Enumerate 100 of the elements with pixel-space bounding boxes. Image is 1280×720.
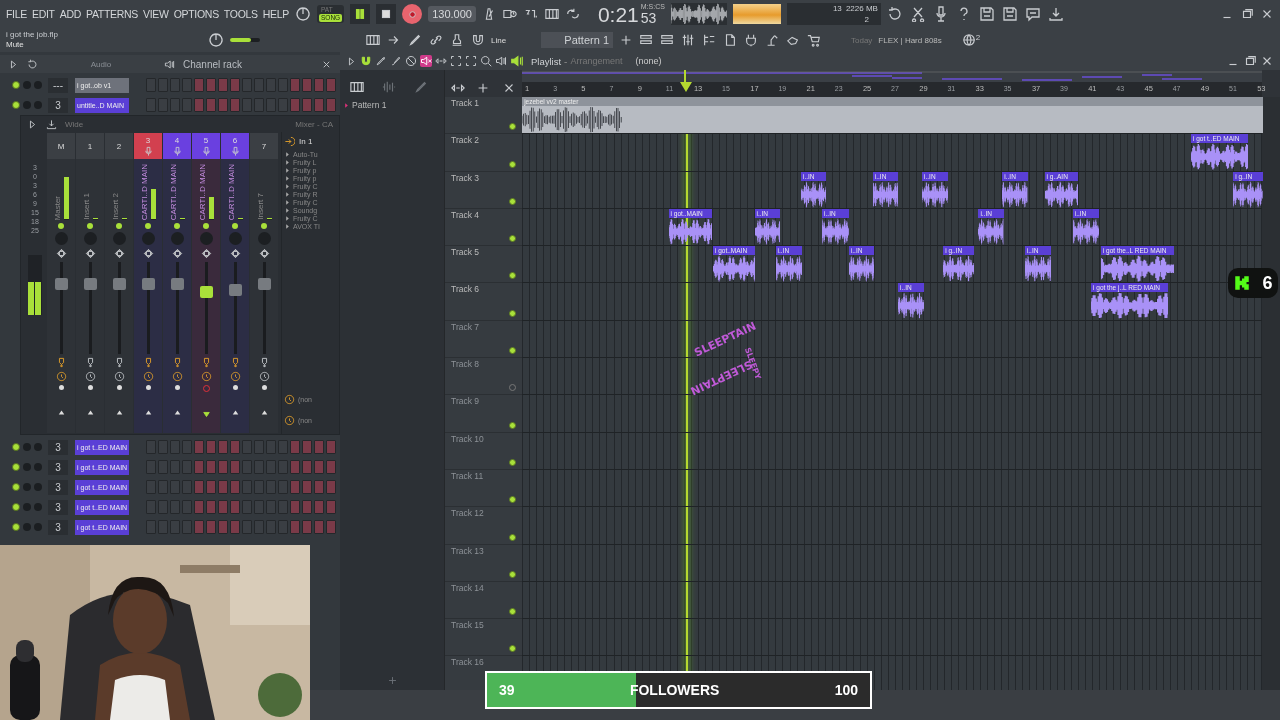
track-name[interactable]: Track 5 (451, 247, 516, 258)
channel-filter[interactable]: Audio (46, 59, 156, 69)
step-button[interactable] (206, 78, 216, 92)
arrows-icon[interactable] (171, 248, 183, 259)
speaker-icon[interactable] (495, 55, 507, 67)
step-button[interactable] (290, 520, 300, 534)
strip-header[interactable]: 5 (192, 133, 220, 159)
arrows-icon[interactable] (55, 248, 67, 259)
step-button[interactable] (218, 520, 228, 534)
menu-item[interactable]: HELP (262, 8, 289, 20)
clock-icon[interactable] (284, 414, 295, 426)
step-button[interactable] (194, 520, 204, 534)
fader-handle[interactable] (54, 278, 68, 290)
step-button[interactable] (218, 78, 228, 92)
arrows-icon[interactable] (142, 248, 154, 259)
step-button[interactable] (326, 500, 336, 514)
step-button[interactable] (206, 520, 216, 534)
menu-item[interactable]: TOOLS (223, 8, 258, 20)
piano-icon[interactable] (544, 7, 559, 21)
strip-header[interactable]: M (47, 133, 75, 159)
plus-icon[interactable] (386, 675, 398, 686)
track-enable-dot[interactable] (509, 645, 516, 653)
piano-icon[interactable] (350, 80, 364, 94)
record-arm-dot[interactable] (232, 385, 238, 390)
link-icon[interactable] (429, 33, 443, 47)
clock-icon[interactable] (284, 393, 295, 405)
mixer-track-number[interactable]: 3 (48, 459, 68, 475)
clock-icon[interactable] (113, 371, 125, 382)
step-button[interactable] (218, 98, 228, 112)
refresh-icon[interactable] (886, 6, 903, 22)
mixer-track-number[interactable]: 3 (48, 499, 68, 515)
fader-handle[interactable] (170, 278, 184, 290)
step-button[interactable] (326, 460, 336, 474)
arrows-icon[interactable] (200, 248, 212, 259)
enable-dot[interactable] (145, 223, 151, 229)
play-pause-button[interactable] (350, 4, 371, 24)
magnet-icon[interactable] (471, 33, 485, 47)
menu-item[interactable]: EDIT (32, 8, 55, 20)
channel-led[interactable] (12, 483, 20, 491)
clock-icon[interactable] (142, 371, 154, 382)
fader-handle[interactable] (141, 278, 155, 290)
record-arm-dot[interactable] (261, 385, 267, 390)
clock-icon[interactable] (229, 371, 241, 382)
menu-item[interactable]: PATTERNS (86, 8, 139, 20)
loop-icon[interactable] (565, 7, 580, 21)
snap-selector[interactable]: Line (491, 35, 535, 45)
globe-icon[interactable] (961, 33, 976, 47)
step-button[interactable] (326, 440, 336, 454)
enable-dot[interactable] (203, 223, 209, 229)
record-button[interactable] (402, 4, 423, 24)
plug-icon[interactable] (744, 33, 758, 47)
zoom-icon[interactable] (480, 55, 492, 67)
arrow-icon[interactable] (8, 58, 19, 70)
track-name[interactable]: Track 1 (451, 98, 516, 108)
fader-handle[interactable] (199, 286, 213, 298)
step-button[interactable] (194, 460, 204, 474)
mixer-strip[interactable]: 7 Insert 7 (250, 133, 278, 433)
arrow-icon[interactable] (346, 55, 357, 67)
step-button[interactable] (194, 98, 204, 112)
step-button[interactable] (302, 500, 312, 514)
step-button[interactable] (314, 480, 324, 494)
clock-icon[interactable] (258, 371, 270, 382)
menu-item[interactable]: FILE (6, 8, 27, 20)
record-arm-dot[interactable] (58, 385, 64, 390)
step-button[interactable] (206, 98, 216, 112)
scrollbar[interactable] (1262, 97, 1280, 690)
step-button[interactable] (314, 98, 324, 112)
step-button[interactable] (218, 460, 228, 474)
step-button[interactable] (302, 78, 312, 92)
mixer-strip[interactable]: M Master (47, 133, 75, 433)
track-enable-dot[interactable] (509, 570, 516, 578)
track-name[interactable]: Track 2 (451, 135, 516, 146)
track-name[interactable]: Track 4 (451, 209, 516, 220)
channel-led[interactable] (12, 443, 20, 451)
slip-icon[interactable] (450, 81, 465, 95)
strip-header[interactable]: 4 (163, 133, 191, 159)
mixer-strip[interactable]: 3 CARTI..D MAIN (134, 133, 162, 433)
download-icon[interactable] (1047, 6, 1064, 22)
magnet-icon[interactable] (360, 55, 372, 67)
track-name[interactable]: Track 11 (451, 470, 516, 481)
step-button[interactable] (194, 78, 204, 92)
fader-handle[interactable] (228, 284, 242, 297)
channel-led[interactable] (12, 503, 20, 511)
track-name[interactable]: Track 15 (451, 620, 516, 631)
fader-handle[interactable] (83, 278, 97, 290)
step-button[interactable] (218, 480, 228, 494)
arrows-icon[interactable] (258, 248, 270, 259)
step-button[interactable] (206, 500, 216, 514)
arrows-icon[interactable] (229, 248, 241, 259)
brush-icon[interactable] (390, 55, 402, 67)
enable-dot[interactable] (174, 223, 180, 229)
track-enable-dot[interactable] (509, 123, 516, 131)
mixer-strip[interactable]: 1 Insert 1 (76, 133, 104, 433)
send-arrow-icon[interactable] (200, 409, 212, 420)
step-button[interactable] (290, 98, 300, 112)
tree-icon[interactable] (702, 33, 716, 47)
knob-icon[interactable] (208, 32, 224, 48)
track-name[interactable]: Track 13 (451, 545, 516, 556)
enable-dot[interactable] (58, 223, 64, 229)
mixer-track-number[interactable]: --- (48, 77, 68, 93)
